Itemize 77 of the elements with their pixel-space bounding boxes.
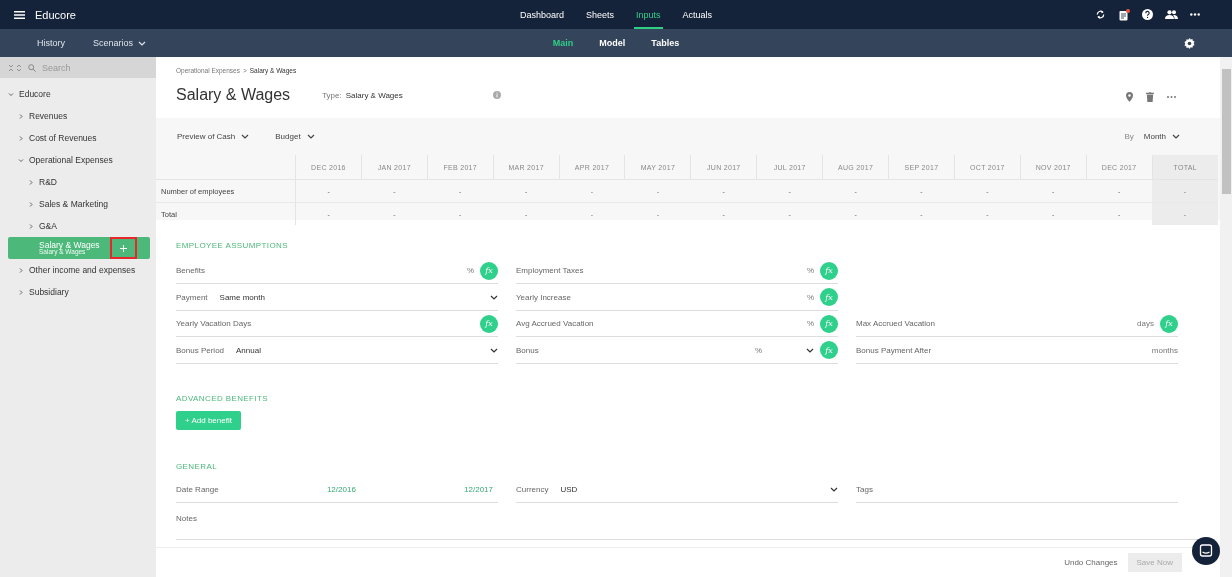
nav-tab[interactable]: Dashboard — [508, 0, 575, 29]
scrollbar[interactable] — [1220, 57, 1232, 577]
chevron-down-icon — [306, 134, 315, 139]
tree-item[interactable]: Operational Expenses — [8, 149, 150, 171]
chevron-right-icon[interactable] — [18, 289, 24, 295]
chevron-right-icon[interactable] — [28, 201, 34, 207]
tree-item[interactable]: Sales & Marketing — [8, 193, 150, 215]
view-tab[interactable]: Tables — [638, 29, 693, 57]
chat-icon[interactable] — [1192, 537, 1220, 565]
help-icon[interactable] — [1142, 9, 1153, 20]
chevron-down-icon — [1172, 134, 1180, 139]
select-field[interactable]: Payment Same month — [176, 284, 498, 311]
input-field[interactable]: Bonus Payment After months — [856, 337, 1178, 364]
input-field[interactable]: Max Accrued Vacation days fx — [856, 311, 1178, 338]
clipboard-icon[interactable] — [1118, 8, 1130, 21]
section-title: GENERAL — [176, 462, 219, 472]
expand-collapse-icon[interactable] — [8, 63, 22, 72]
chevron-right-icon[interactable] — [18, 267, 24, 273]
tree-item[interactable]: Educore — [8, 83, 150, 105]
chevron-down-icon[interactable] — [18, 157, 24, 163]
menu-icon[interactable] — [14, 10, 25, 19]
undo-changes-link[interactable]: Undo Changes — [1064, 558, 1118, 567]
chevron-down-icon — [241, 134, 250, 139]
by-label: By — [1124, 132, 1134, 141]
dropdown[interactable]: Budget — [275, 132, 315, 141]
section-title: EMPLOYEE ASSUMPTIONS — [176, 241, 290, 250]
nav-tab[interactable]: Sheets — [574, 0, 625, 29]
tree-item[interactable]: Subsidiary — [8, 281, 150, 303]
notes-field[interactable]: Notes — [176, 505, 1200, 540]
tree-item[interactable]: Revenues — [8, 105, 150, 127]
select-field[interactable]: Bonus % fx — [516, 337, 838, 364]
select-field[interactable]: Currency USD — [516, 477, 838, 504]
nav-tab[interactable]: Actuals — [671, 0, 724, 29]
period-dropdown[interactable]: Month — [1143, 132, 1180, 141]
more-icon[interactable] — [1190, 13, 1200, 16]
dropdown[interactable]: Preview of Cash — [177, 132, 250, 141]
caret-icon — [138, 40, 147, 46]
chevron-down-icon[interactable] — [8, 91, 14, 97]
input-field[interactable]: Yearly Vacation Days fx — [176, 311, 498, 338]
page-title: Salary & Wages — [176, 86, 291, 104]
plus-icon — [120, 244, 127, 252]
chevron-right-icon[interactable] — [18, 113, 24, 119]
sync-icon[interactable] — [1095, 9, 1106, 20]
input-field[interactable]: Yearly Increase % fx — [516, 284, 838, 311]
section-title: ADVANCED BENEFITS — [176, 394, 269, 404]
chevron-down-icon — [490, 294, 498, 300]
trash-icon[interactable] — [1146, 92, 1154, 102]
tree-item[interactable]: Cost of Revenues — [8, 127, 150, 149]
info-icon[interactable] — [492, 91, 501, 99]
people-icon[interactable] — [1165, 10, 1178, 19]
view-tab[interactable]: Model — [586, 29, 639, 57]
nav-tab[interactable]: Inputs — [625, 0, 672, 29]
chevron-right-icon[interactable] — [28, 179, 34, 185]
select-field[interactable]: Bonus Period Annual — [176, 337, 498, 364]
input-field[interactable]: Avg Accrued Vacation % fx — [516, 311, 838, 338]
tree-item[interactable]: G&A — [8, 215, 150, 237]
input-field[interactable]: Employment Taxes % fx — [516, 258, 838, 284]
settings-icon[interactable] — [1184, 37, 1195, 49]
nav-link[interactable]: Scenarios — [93, 38, 147, 48]
type-value: Salary & Wages — [345, 90, 403, 100]
chevron-right-icon[interactable] — [18, 135, 24, 141]
tree-item[interactable]: R&D — [8, 171, 150, 193]
location-pin-icon[interactable] — [1126, 92, 1133, 102]
chevron-down-icon — [490, 347, 498, 353]
view-tab[interactable]: Main — [539, 29, 587, 57]
input-field[interactable]: Benefits % fx — [176, 258, 498, 284]
add-button[interactable] — [110, 237, 137, 259]
type-label: Type: — [322, 90, 342, 100]
chevron-down-icon — [830, 487, 838, 493]
date-range-field[interactable]: Date Range 12/2016 12/2017 — [176, 477, 498, 504]
tree-item[interactable]: Other income and expenses — [8, 259, 150, 281]
app-title: Educore — [35, 8, 76, 21]
chevron-down-icon — [806, 347, 814, 353]
search-icon — [28, 63, 36, 72]
chevron-right-icon[interactable] — [28, 223, 34, 229]
nav-link[interactable]: History — [37, 38, 65, 48]
input-field[interactable]: Tags — [856, 477, 1178, 504]
